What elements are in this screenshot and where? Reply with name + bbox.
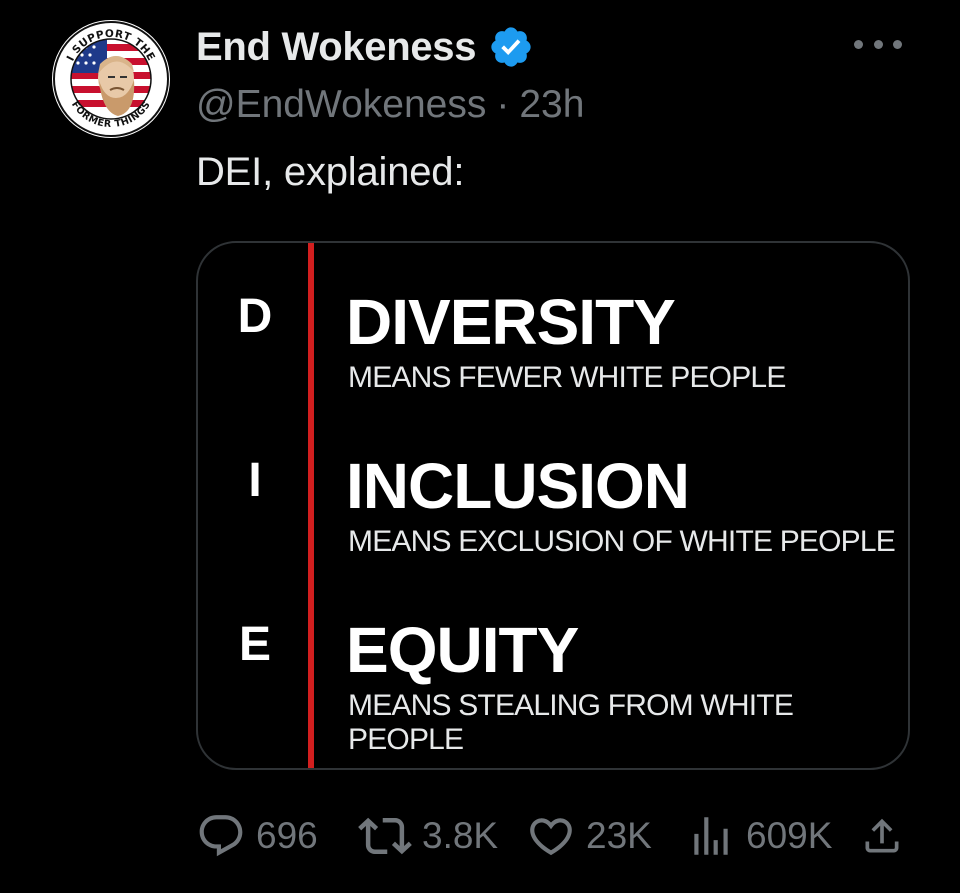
views-button[interactable]: 609K xyxy=(686,806,832,866)
avatar-image: I SUPPORT THE FORMER THINGS xyxy=(53,21,169,137)
repost-count: 3.8K xyxy=(422,815,499,856)
avatar[interactable]: I SUPPORT THE FORMER THINGS xyxy=(52,20,170,138)
views-icon xyxy=(694,817,728,855)
repost-button[interactable]: 3.8K xyxy=(358,806,498,866)
heart-icon xyxy=(530,818,572,856)
verified-badge-icon[interactable] xyxy=(488,22,538,72)
separator: · xyxy=(496,83,510,126)
reply-count: 696 xyxy=(256,815,318,856)
row-word: INCLUSION xyxy=(346,450,690,522)
row-description: MEANS FEWER WHITE PEOPLE xyxy=(348,361,786,394)
handle[interactable]: @EndWokeness xyxy=(196,83,486,127)
row-description: MEANS STEALING FROM WHITE PEOPLE xyxy=(348,689,794,756)
row-word: EQUITY xyxy=(346,614,579,686)
action-bar: 696 3.8K 23K 609K xyxy=(196,806,908,866)
row-letter: E xyxy=(238,618,271,671)
share-button[interactable] xyxy=(860,814,904,863)
share-icon xyxy=(865,818,899,853)
row-letter: I xyxy=(248,454,262,507)
row-letter: D xyxy=(237,290,273,343)
handle-row: @EndWokeness · 23h xyxy=(196,80,920,130)
view-count: 609K xyxy=(746,815,833,856)
reply-button[interactable]: 696 xyxy=(196,806,318,866)
repost-icon xyxy=(358,817,412,855)
tweet-header: End Wokeness @EndWokeness · 23h xyxy=(196,22,920,130)
tweet-text: DEI, explained: xyxy=(196,150,465,194)
more-options-icon[interactable] xyxy=(854,34,902,54)
media-image[interactable]: D DIVERSITY MEANS FEWER WHITE PEOPLE I I… xyxy=(196,241,910,770)
row-description: MEANS EXCLUSION OF WHITE PEOPLE xyxy=(348,525,896,558)
name-row: End Wokeness xyxy=(196,22,920,72)
like-count: 23K xyxy=(586,815,652,856)
timestamp[interactable]: 23h xyxy=(519,83,584,127)
reply-icon xyxy=(199,815,243,857)
divider-bar xyxy=(308,243,314,768)
like-button[interactable]: 23K xyxy=(526,806,652,866)
display-name[interactable]: End Wokeness xyxy=(196,25,477,70)
row-word: DIVERSITY xyxy=(346,286,676,358)
